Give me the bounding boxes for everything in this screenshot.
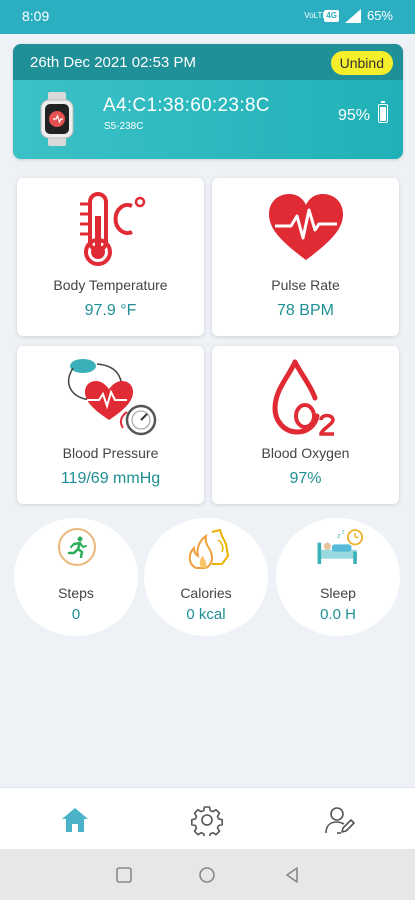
metric-label: Body Temperature <box>53 277 168 293</box>
status-battery: 65% <box>366 8 393 23</box>
device-battery-level: 95% <box>337 107 370 124</box>
bottom-nav <box>0 787 415 849</box>
body-temperature-card[interactable]: Body Temperature 97.9 °F <box>17 178 204 336</box>
recents-icon[interactable] <box>115 866 133 884</box>
device-mac: A4:C1:38:60:23:8C <box>103 95 270 116</box>
signal-icon <box>344 8 361 23</box>
battery-icon <box>378 101 388 123</box>
sleep-stat[interactable]: z z Sleep 0.0 H <box>276 518 400 636</box>
watch-icon <box>40 92 74 146</box>
metric-value: 119/69 mmHg <box>60 470 161 487</box>
device-card: 26th Dec 2021 02:53 PM Unbind A4:C1:38:6… <box>13 44 403 159</box>
running-icon <box>67 536 87 558</box>
steps-stat[interactable]: Steps 0 <box>14 518 138 636</box>
device-body[interactable]: A4:C1:38:60:23:8C S5-238C 95% <box>13 80 403 159</box>
heart-pulse-icon <box>268 194 343 260</box>
back-icon[interactable] <box>283 866 301 884</box>
thermometer-icon-wrap <box>17 186 204 272</box>
stat-value: 0 kcal <box>186 606 226 623</box>
steps-ring <box>58 528 96 566</box>
device-header: 26th Dec 2021 02:53 PM Unbind <box>13 44 403 80</box>
device-model: S5-238C <box>104 121 144 132</box>
stat-label: Steps <box>58 585 94 601</box>
svg-text:z: z <box>337 532 341 539</box>
gear-icon <box>191 806 223 836</box>
metric-label: Pulse Rate <box>271 277 340 293</box>
unbind-button[interactable]: Unbind <box>330 51 393 75</box>
blood-oxygen-card[interactable]: Blood Oxygen 97% <box>212 346 399 504</box>
flame-muscle-icon <box>188 529 229 569</box>
status-icons: VoLTE 4G 65% <box>304 8 393 23</box>
svg-text:z: z <box>342 530 345 536</box>
volte-label: VoLTE <box>304 10 328 20</box>
bed-clock-icon: z z <box>317 529 364 565</box>
system-nav-bar <box>0 849 415 900</box>
status-time: 8:09 <box>22 8 50 24</box>
metric-value: 97.9 °F <box>84 302 137 319</box>
oxygen-drop-icon <box>271 359 335 436</box>
metric-value: 78 BPM <box>277 302 334 319</box>
blood-pressure-icon-wrap <box>17 354 204 440</box>
metric-value: 97% <box>289 470 322 487</box>
profile-edit-icon <box>325 807 355 834</box>
status-bar: 8:09 VoLTE 4G 65% <box>0 0 415 34</box>
heart-pulse-icon-wrap <box>212 186 399 272</box>
nav-home-button[interactable] <box>57 802 93 838</box>
calories-stat[interactable]: Calories 0 kcal <box>144 518 268 636</box>
metric-label: Blood Oxygen <box>261 445 350 461</box>
nav-settings-button[interactable] <box>189 802 225 838</box>
blood-pressure-card[interactable]: Blood Pressure 119/69 mmHg <box>17 346 204 504</box>
stat-label: Calories <box>180 585 232 601</box>
pulse-rate-card[interactable]: Pulse Rate 78 BPM <box>212 178 399 336</box>
thermometer-icon <box>79 192 145 266</box>
stat-value: 0.0 H <box>320 606 356 623</box>
blood-pressure-icon <box>67 359 156 436</box>
oxygen-drop-icon-wrap <box>212 354 399 440</box>
home-icon <box>62 808 88 832</box>
metric-label: Blood Pressure <box>62 445 159 461</box>
stat-value: 0 <box>71 606 81 623</box>
nav-profile-button[interactable] <box>322 802 358 838</box>
stat-label: Sleep <box>320 585 356 601</box>
sync-datetime: 26th Dec 2021 02:53 PM <box>30 54 196 71</box>
system-home-icon[interactable] <box>198 866 216 884</box>
sim-label: 4G <box>324 9 339 22</box>
